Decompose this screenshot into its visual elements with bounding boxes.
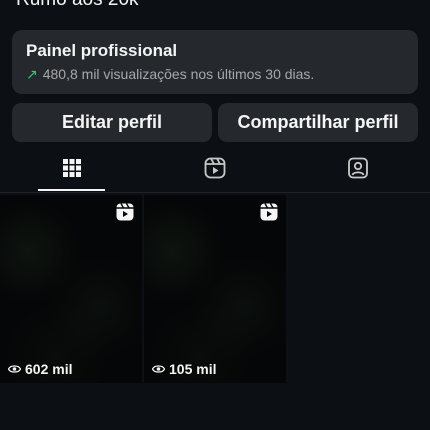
tab-tagged[interactable]: [286, 145, 429, 191]
post-views-label: 105 mil: [169, 361, 217, 377]
profile-page: Rumo aos 20k Painel profissional ↗ 480,8…: [0, 0, 430, 430]
tab-posts-grid[interactable]: [0, 145, 143, 191]
tagged-icon: [347, 157, 368, 179]
post-tile[interactable]: 602 mil: [0, 195, 142, 383]
post-view-count: 105 mil: [152, 361, 216, 377]
post-tile[interactable]: 105 mil: [144, 195, 286, 383]
professional-dashboard-subtitle: 480,8 mil visualizações nos últimos 30 d…: [42, 66, 315, 82]
post-views-label: 602 mil: [25, 361, 73, 377]
share-profile-button[interactable]: Compartilhar perfil: [218, 103, 418, 142]
tab-reels[interactable]: [143, 145, 286, 191]
post-thumbnail: [144, 195, 286, 383]
posts-grid: 602 mil 105 mil: [0, 195, 430, 385]
eye-icon: [152, 365, 165, 373]
profile-bio: Rumo aos 20k: [16, 0, 139, 12]
reel-badge-icon: [116, 203, 134, 221]
professional-dashboard-card[interactable]: Painel profissional ↗ 480,8 mil visualiz…: [12, 30, 418, 94]
professional-dashboard-subtitle-row: ↗ 480,8 mil visualizações nos últimos 30…: [26, 65, 404, 83]
selected-tab-indicator: [38, 189, 105, 191]
edit-profile-button[interactable]: Editar perfil: [12, 103, 212, 142]
reel-badge-icon: [260, 203, 278, 221]
professional-dashboard-title: Painel profissional: [26, 41, 178, 60]
reels-icon: [204, 157, 225, 179]
post-thumbnail: [0, 195, 142, 383]
trending-up-arrow-icon: ↗: [26, 66, 38, 82]
grid-icon: [62, 159, 81, 177]
profile-content-tabs: [0, 145, 430, 193]
tabs-divider: [0, 192, 430, 193]
eye-icon: [8, 365, 21, 373]
post-view-count: 602 mil: [8, 361, 72, 377]
